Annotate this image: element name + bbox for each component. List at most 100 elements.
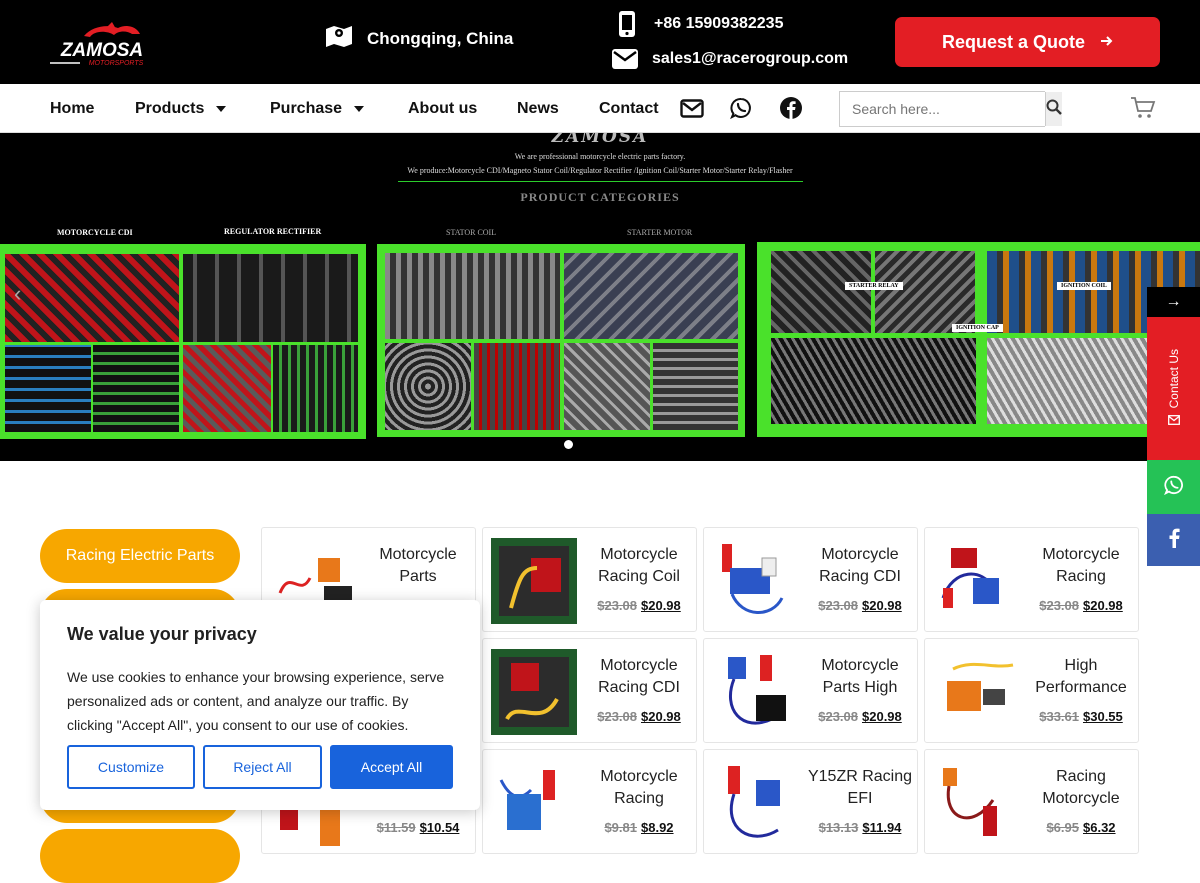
hero-banner: ZAMOSA We are professional motorcycle el…	[0, 133, 1200, 461]
nav-products[interactable]: Products	[135, 100, 227, 118]
envelope-icon[interactable]	[680, 99, 704, 123]
old-price: $23.08	[818, 709, 858, 724]
product-image[interactable]	[933, 649, 1019, 735]
product-panel-cdi[interactable]	[0, 244, 366, 439]
old-price: $33.61	[1039, 709, 1079, 724]
email-contact[interactable]: sales1@racerogroup.com	[610, 48, 848, 70]
old-price: $23.08	[818, 598, 858, 613]
product-title[interactable]: Motorcycle Racing	[1027, 544, 1135, 588]
nav-news-label[interactable]: News	[517, 100, 559, 118]
whatsapp-icon	[1163, 475, 1184, 500]
panel-label-cdi: MOTORCYCLE CDI	[57, 228, 133, 237]
product-panel-stator[interactable]	[377, 244, 745, 437]
sale-price: $10.54	[419, 820, 460, 835]
side-facebook-button[interactable]	[1147, 514, 1200, 566]
search-icon	[1046, 99, 1062, 120]
old-price: $23.08	[597, 598, 637, 613]
cookie-title: We value your privacy	[67, 624, 257, 644]
product-title[interactable]: Motorcycle Racing	[585, 766, 693, 810]
side-whatsapp-button[interactable]	[1147, 460, 1200, 514]
whatsapp-icon[interactable]	[730, 97, 752, 124]
product-panel-relay[interactable]: STARTER RELAY IGNITION COIL IGNITION CAP	[757, 242, 1200, 437]
zamosa-logo[interactable]: ZAMOSA MOTORSPORTS	[44, 22, 160, 68]
old-price: $9.81	[604, 820, 637, 835]
search-input[interactable]	[840, 92, 1045, 126]
product-card[interactable]: Y15ZR Racing EFI $13.13 $11.94	[703, 749, 918, 854]
hero-tagline-2: We produce:Motorcycle CDI/Magneto Stator…	[407, 166, 793, 175]
product-price: $23.08 $20.98	[806, 598, 914, 613]
map-icon	[325, 24, 353, 53]
product-card[interactable]: Motorcycle Parts High $23.08 $20.98	[703, 638, 918, 743]
cookie-body: We use cookies to enhance your browsing …	[67, 669, 445, 733]
caret-down-icon[interactable]	[216, 106, 227, 112]
product-card[interactable]: Motorcycle Racing CDI $23.08 $20.98	[703, 527, 918, 632]
facebook-icon	[1168, 528, 1180, 553]
product-image[interactable]	[712, 760, 798, 846]
side-contact-us[interactable]: Contact Us	[1147, 317, 1200, 460]
product-title[interactable]: Motorcycle Racing CDI	[806, 544, 914, 588]
product-image[interactable]	[491, 649, 577, 735]
product-title[interactable]: Motorcycle Parts	[364, 544, 472, 588]
product-card[interactable]: Racing Motorcycle $6.95 $6.32	[924, 749, 1139, 854]
customize-button[interactable]: Customize	[67, 745, 195, 789]
product-title[interactable]: Motorcycle Parts High	[806, 655, 914, 699]
hero-brand: ZAMOSA	[551, 133, 649, 147]
product-price: $6.95 $6.32	[1027, 820, 1135, 835]
category-button[interactable]	[40, 829, 240, 883]
product-card[interactable]: Motorcycle Racing CDI $23.08 $20.98	[482, 638, 697, 743]
product-price: $13.13 $11.94	[806, 820, 914, 835]
category-racing-electric-parts[interactable]: Racing Electric Parts	[40, 529, 240, 583]
product-card[interactable]: High Performance $33.61 $30.55	[924, 638, 1139, 743]
reject-all-button[interactable]: Reject All	[203, 745, 322, 789]
product-card[interactable]: Motorcycle Racing Coil $23.08 $20.98	[482, 527, 697, 632]
product-image[interactable]	[491, 538, 577, 624]
nav-home[interactable]: Home	[50, 100, 94, 118]
side-toggle-arrow[interactable]: →	[1147, 287, 1200, 317]
phone-number[interactable]: +86 15909382235	[654, 15, 783, 33]
product-title[interactable]: Motorcycle Racing CDI	[585, 655, 693, 699]
envelope-icon	[1167, 414, 1180, 428]
arrow-right-icon	[1099, 32, 1113, 53]
side-contact-label[interactable]: Contact Us	[1167, 349, 1181, 408]
product-price: $11.59 $10.54	[364, 820, 472, 835]
search-box[interactable]	[839, 91, 1062, 127]
product-card[interactable]: Motorcycle Racing $9.81 $8.92	[482, 749, 697, 854]
cart-icon[interactable]	[1130, 96, 1156, 125]
nav-purchase[interactable]: Purchase	[270, 100, 365, 118]
product-image[interactable]	[933, 538, 1019, 624]
phone-contact[interactable]: +86 15909382235	[612, 10, 783, 38]
email-address[interactable]: sales1@racerogroup.com	[652, 50, 848, 68]
product-title[interactable]: Y15ZR Racing EFI	[806, 766, 914, 810]
product-title[interactable]: Racing Motorcycle	[1027, 766, 1135, 810]
search-button[interactable]	[1045, 92, 1062, 126]
panel-label-regulator: REGULATOR RECTIFIER	[224, 227, 322, 236]
nav-home-label[interactable]: Home	[50, 100, 94, 118]
product-card[interactable]: Motorcycle Racing $23.08 $20.98	[924, 527, 1139, 632]
panel-label-starter: STARTER MOTOR	[627, 228, 693, 237]
nav-products-label[interactable]: Products	[135, 100, 204, 118]
nav-about[interactable]: About us	[408, 100, 477, 118]
hero-divider	[398, 181, 803, 182]
envelope-icon	[610, 48, 640, 70]
slider-dot[interactable]	[564, 440, 573, 449]
nav-news[interactable]: News	[517, 100, 559, 118]
nav-contact[interactable]: Contact	[599, 100, 659, 118]
accept-all-button[interactable]: Accept All	[330, 745, 453, 789]
nav-purchase-label[interactable]: Purchase	[270, 100, 342, 118]
product-image[interactable]	[491, 760, 577, 846]
product-image[interactable]	[712, 649, 798, 735]
nav-contact-label[interactable]: Contact	[599, 100, 659, 118]
facebook-icon[interactable]	[779, 96, 803, 125]
product-image[interactable]	[933, 760, 1019, 846]
request-quote-button[interactable]: Request a Quote	[895, 17, 1160, 67]
nav-about-label[interactable]: About us	[408, 100, 477, 118]
hero-tagline-1: We are professional motorcycle electric …	[514, 152, 686, 161]
slider-prev-icon[interactable]: ‹	[14, 281, 21, 307]
product-title[interactable]: Motorcycle Racing Coil	[585, 544, 693, 588]
logo-subtext: MOTORSPORTS	[89, 60, 144, 67]
caret-down-icon[interactable]	[354, 106, 365, 112]
product-title[interactable]: High Performance	[1027, 655, 1135, 699]
sale-price: $20.98	[641, 709, 681, 724]
panel-label-stator: STATOR COIL	[446, 228, 497, 237]
product-image[interactable]	[712, 538, 798, 624]
